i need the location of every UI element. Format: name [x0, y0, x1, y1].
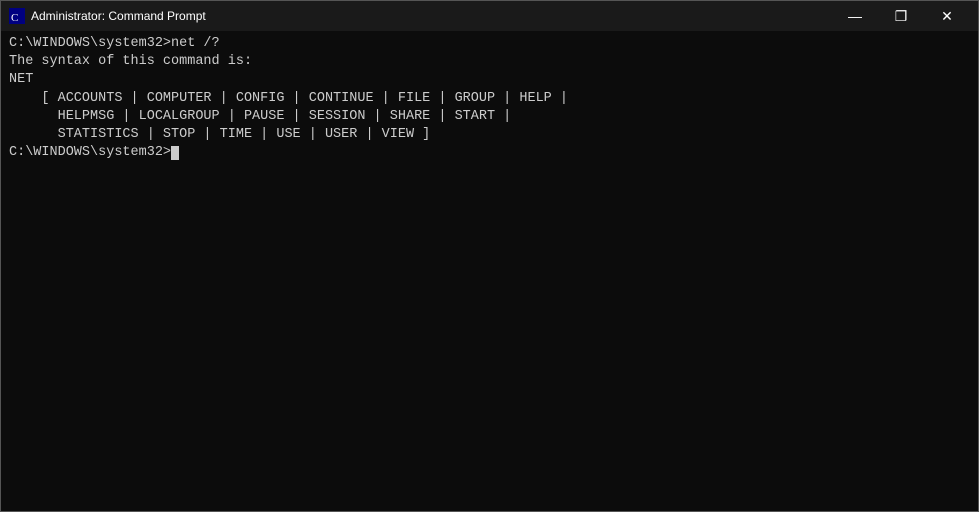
minimize-button[interactable]: —: [832, 1, 878, 31]
cursor: [171, 146, 179, 160]
terminal-prompt: C:\WINDOWS\system32>: [9, 144, 970, 162]
terminal-line-7: STATISTICS | STOP | TIME | USE | USER | …: [9, 126, 970, 144]
window-title: Administrator: Command Prompt: [31, 9, 832, 23]
terminal-line-5: [ ACCOUNTS | COMPUTER | CONFIG | CONTINU…: [9, 90, 970, 108]
maximize-button[interactable]: ❐: [878, 1, 924, 31]
cmd-icon: C: [9, 8, 25, 24]
terminal-line-6: HELPMSG | LOCALGROUP | PAUSE | SESSION |…: [9, 108, 970, 126]
window-controls: — ❐ ✕: [832, 1, 970, 31]
close-button[interactable]: ✕: [924, 1, 970, 31]
terminal-line-4: NET: [9, 71, 970, 89]
terminal-line-1: C:\WINDOWS\system32>net /?: [9, 35, 970, 53]
terminal-line-2: The syntax of this command is:: [9, 53, 970, 71]
title-bar: C Administrator: Command Prompt — ❐ ✕: [1, 1, 978, 31]
cmd-window: C Administrator: Command Prompt — ❐ ✕ C:…: [0, 0, 979, 512]
terminal-output[interactable]: C:\WINDOWS\system32>net /? The syntax of…: [1, 31, 978, 511]
svg-text:C: C: [11, 12, 18, 24]
